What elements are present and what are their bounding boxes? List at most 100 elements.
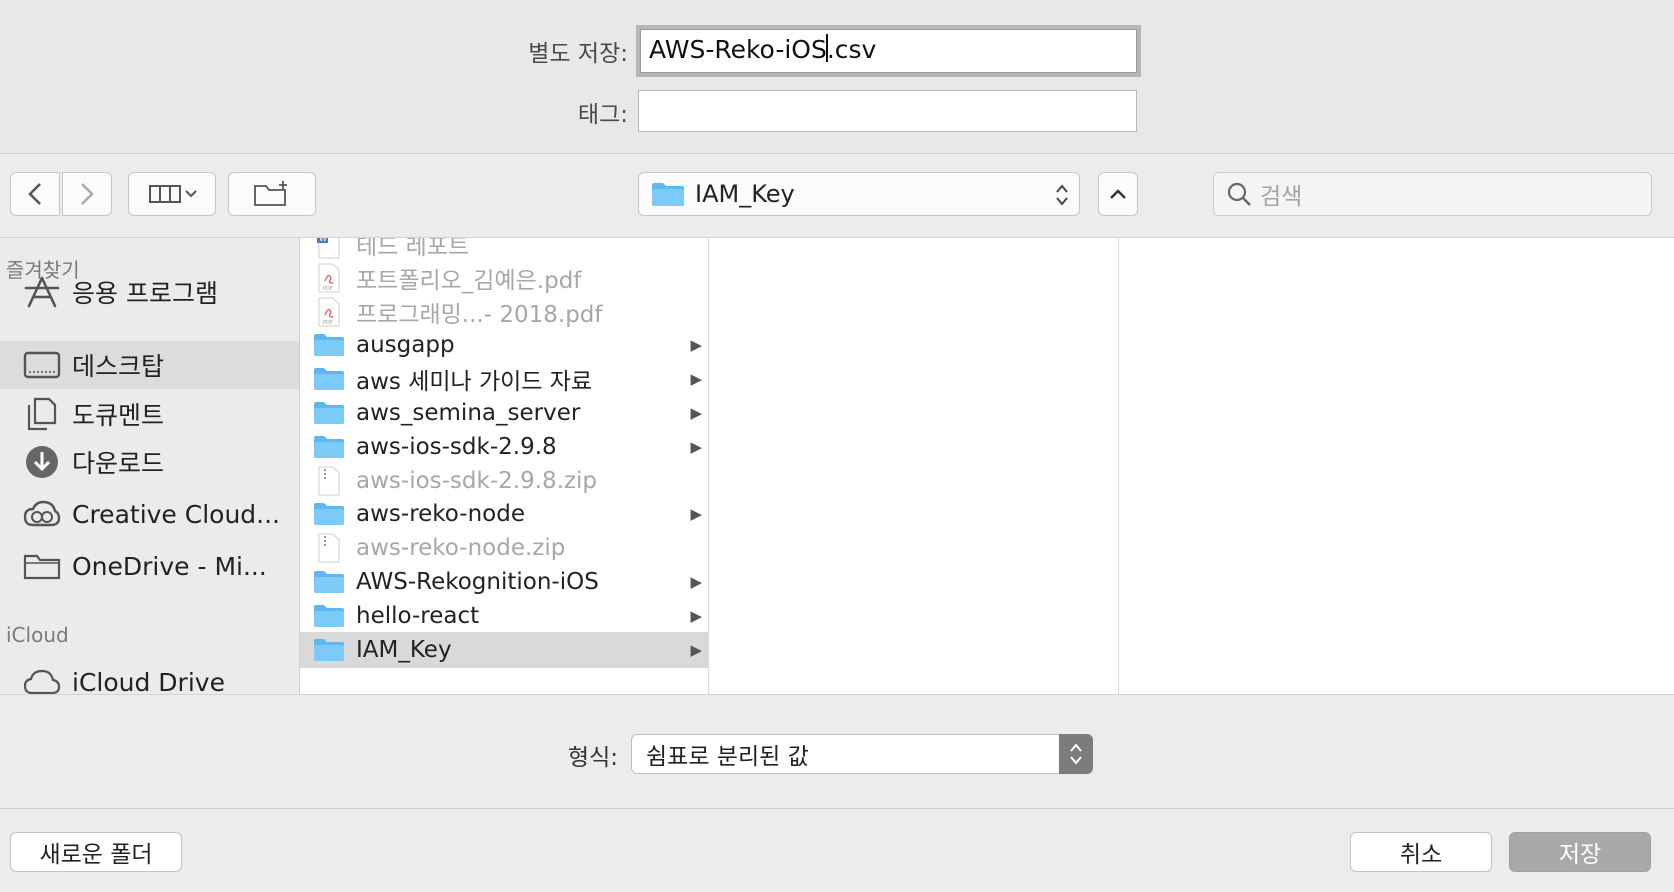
folder-icon bbox=[22, 549, 62, 583]
sidebar-item-label: 다운로드 bbox=[72, 449, 165, 478]
file-row[interactable]: aws-ios-sdk-2.9.8.zip bbox=[300, 463, 708, 499]
sidebar-item-label: Creative Cloud... bbox=[72, 499, 281, 529]
folder-icon bbox=[312, 398, 346, 428]
documents-icon bbox=[22, 397, 62, 431]
save-as-value-end: .csv bbox=[826, 35, 877, 64]
save-button[interactable]: 저장 bbox=[1509, 832, 1651, 872]
divider bbox=[0, 808, 1674, 809]
file-row[interactable]: aws-reko-node ▶ bbox=[300, 496, 708, 532]
sidebar-item-label: 도큐멘트 bbox=[72, 401, 165, 430]
format-value: 쉼표로 분리된 값 bbox=[646, 744, 809, 770]
zip-file-icon bbox=[312, 466, 346, 496]
chevron-left-icon bbox=[28, 183, 41, 205]
file-row[interactable]: ausgapp ▶ bbox=[300, 327, 708, 363]
empty-column bbox=[1119, 238, 1674, 694]
sidebar-item-creative-cloud[interactable]: Creative Cloud... bbox=[0, 490, 299, 538]
path-popup-label: IAM_Key bbox=[695, 180, 795, 208]
sidebar: 즐겨찾기 응용 프로그램 데스크탑 도큐멘트 다운로드 Creative Clo… bbox=[0, 238, 300, 694]
empty-column bbox=[709, 238, 1119, 694]
pdf-file-icon: PDF bbox=[312, 263, 346, 293]
save-as-value-start: AWS-Reko-iOS bbox=[649, 35, 827, 64]
file-name: aws-reko-node bbox=[356, 501, 525, 528]
file-row[interactable]: AWS-Rekognition-iOS ▶ bbox=[300, 564, 708, 600]
file-name: hello-react bbox=[356, 602, 480, 629]
tags-label: 태그: bbox=[577, 102, 628, 128]
format-label: 형식: bbox=[567, 745, 618, 771]
format-stepper bbox=[1059, 734, 1093, 774]
file-browser: 즐겨찾기 응용 프로그램 데스크탑 도큐멘트 다운로드 Creative Clo… bbox=[0, 237, 1674, 695]
new-folder-toolbar-button[interactable] bbox=[228, 172, 316, 216]
zip-file-icon bbox=[312, 533, 346, 563]
file-name: AWS-Rekognition-iOS bbox=[356, 569, 599, 595]
sidebar-item-icloud-drive[interactable]: iCloud Drive bbox=[0, 658, 299, 694]
search-field[interactable]: 검색 bbox=[1213, 172, 1652, 216]
folder-icon bbox=[652, 183, 684, 206]
folder-icon bbox=[312, 567, 346, 597]
file-name: aws-ios-sdk-2.9.8.zip bbox=[356, 467, 598, 494]
path-popup[interactable]: IAM_Key bbox=[638, 172, 1080, 216]
disclosure-arrow-icon: ▶ bbox=[690, 336, 702, 355]
back-button[interactable] bbox=[10, 172, 60, 216]
folder-icon bbox=[312, 432, 346, 462]
file-name: aws_semina_server bbox=[356, 400, 581, 426]
stepper-icon bbox=[1056, 184, 1068, 206]
file-row[interactable]: PDF 프로그래밍...- 2018.pdf bbox=[300, 294, 708, 330]
view-mode-button[interactable] bbox=[128, 172, 216, 216]
sidebar-item-applications[interactable]: 응용 프로그램 bbox=[0, 268, 299, 316]
folder-icon bbox=[312, 635, 346, 665]
creative-cloud-icon bbox=[22, 497, 62, 531]
icloud-icon bbox=[22, 665, 62, 694]
sidebar-item-documents[interactable]: 도큐멘트 bbox=[0, 390, 299, 438]
file-row[interactable]: aws_semina_server ▶ bbox=[300, 395, 708, 431]
applications-icon bbox=[22, 275, 62, 309]
icloud-header: iCloud bbox=[6, 623, 69, 647]
disclosure-arrow-icon: ▶ bbox=[690, 370, 702, 389]
file-name: aws-reko-node.zip bbox=[356, 535, 566, 562]
cancel-button[interactable]: 취소 bbox=[1350, 832, 1492, 872]
column-view-icon bbox=[149, 185, 197, 203]
file-row[interactable]: hello-react ▶ bbox=[300, 598, 708, 634]
stepper-icon bbox=[1070, 743, 1082, 765]
word-file-icon: W bbox=[312, 238, 346, 259]
forward-button[interactable] bbox=[62, 172, 112, 216]
format-select[interactable]: 쉼표로 분리된 값 bbox=[631, 734, 1093, 774]
downloads-icon bbox=[22, 445, 62, 479]
file-row[interactable]: aws 세미나 가이드 자료 ▶ bbox=[300, 361, 708, 397]
sidebar-item-label: 데스크탑 bbox=[72, 352, 165, 381]
disclosure-arrow-icon: ▶ bbox=[690, 573, 702, 591]
file-row[interactable]: IAM_Key ▶ bbox=[300, 631, 708, 668]
file-row[interactable]: aws-reko-node.zip bbox=[300, 530, 708, 566]
search-icon bbox=[1227, 182, 1251, 206]
folder-icon bbox=[312, 499, 346, 529]
file-name: ausgapp bbox=[356, 332, 455, 359]
sidebar-item-downloads[interactable]: 다운로드 bbox=[0, 438, 299, 486]
disclosure-arrow-icon: ▶ bbox=[690, 505, 702, 524]
disclosure-arrow-icon: ▶ bbox=[690, 404, 702, 422]
chevron-right-icon bbox=[81, 183, 94, 205]
file-name: 프로그래밍...- 2018.pdf bbox=[356, 301, 603, 328]
new-folder-button[interactable]: 새로운 폴더 bbox=[10, 832, 182, 872]
sidebar-item-desktop[interactable]: 데스크탑 bbox=[0, 341, 299, 389]
sidebar-item-onedrive[interactable]: OneDrive - Mi... bbox=[0, 542, 299, 590]
expand-button[interactable] bbox=[1098, 172, 1138, 216]
file-row[interactable]: PDF 포트폴리오_김예은.pdf bbox=[300, 260, 708, 296]
file-row[interactable]: aws-ios-sdk-2.9.8 ▶ bbox=[300, 429, 708, 465]
sidebar-item-label: OneDrive - Mi... bbox=[72, 551, 267, 581]
disclosure-arrow-icon: ▶ bbox=[690, 437, 702, 456]
folder-icon bbox=[312, 364, 346, 394]
folder-icon bbox=[312, 601, 346, 631]
sidebar-item-label: 응용 프로그램 bbox=[72, 279, 218, 308]
file-name: aws 세미나 가이드 자료 bbox=[356, 369, 593, 396]
file-name: IAM_Key bbox=[356, 636, 452, 663]
pdf-file-icon: PDF bbox=[312, 297, 346, 327]
desktop-icon bbox=[22, 348, 62, 382]
new-folder-icon bbox=[254, 181, 287, 206]
folder-icon bbox=[312, 330, 346, 360]
sidebar-item-label: iCloud Drive bbox=[72, 667, 225, 695]
svg-text:PDF: PDF bbox=[323, 320, 333, 326]
file-name: aws-ios-sdk-2.9.8 bbox=[356, 433, 557, 460]
tags-input[interactable] bbox=[638, 90, 1137, 132]
save-as-input[interactable]: AWS-Reko-iOS.csv bbox=[640, 29, 1137, 73]
file-row[interactable]: W 테드 레포트 bbox=[300, 238, 708, 262]
svg-text:PDF: PDF bbox=[323, 286, 333, 292]
